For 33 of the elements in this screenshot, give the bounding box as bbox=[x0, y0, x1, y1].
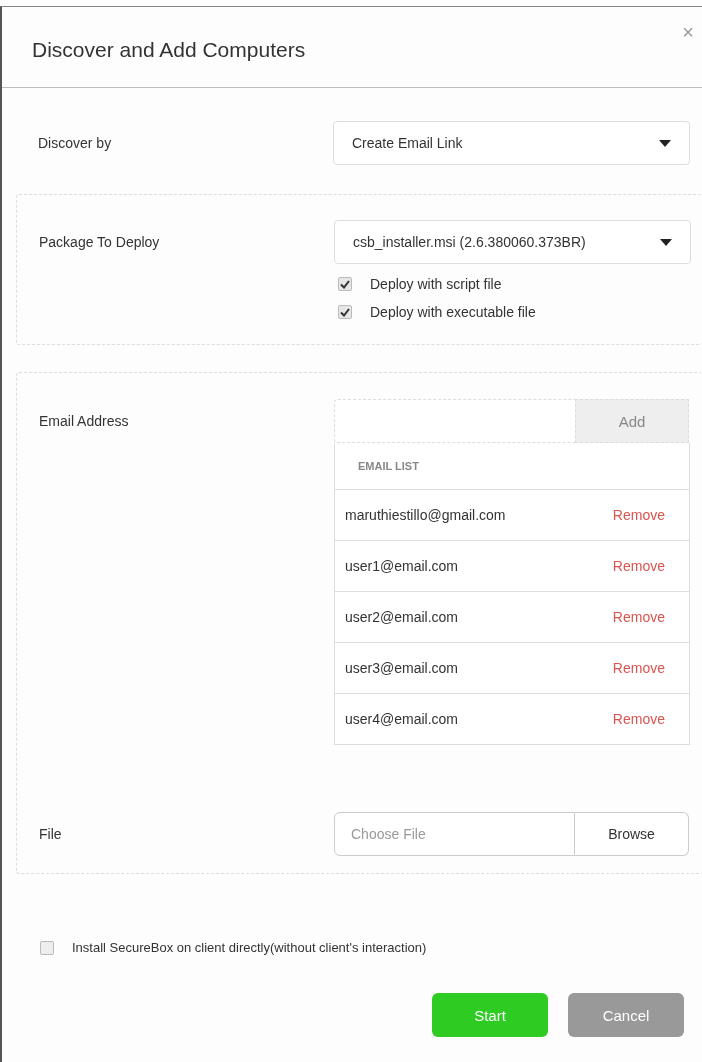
remove-link[interactable]: Remove bbox=[612, 558, 665, 574]
email-address: maruthiestillo@gmail.com bbox=[345, 507, 506, 523]
field-label: Email Address bbox=[39, 412, 130, 431]
caret-icon bbox=[659, 139, 671, 147]
remove-link[interactable]: Remove bbox=[612, 609, 665, 625]
checkbox[interactable] bbox=[40, 940, 54, 955]
close-button[interactable]: × bbox=[682, 21, 694, 44]
browse-button[interactable]: Browse bbox=[575, 812, 689, 856]
add-button[interactable]: Add bbox=[575, 399, 689, 443]
file-input-field[interactable]: Choose File bbox=[334, 812, 575, 856]
caret-icon bbox=[660, 238, 672, 246]
email-address: user2@email.com bbox=[345, 609, 459, 625]
remove-link[interactable]: Remove bbox=[612, 507, 665, 523]
start-button[interactable]: Start bbox=[432, 993, 548, 1037]
discover-by-dropdown[interactable]: Create Email Link bbox=[333, 121, 690, 165]
checkbox-label: Deploy with executable file bbox=[370, 304, 536, 320]
package-dropdown[interactable]: csb_installer.msi (2.6.380060.373BR) bbox=[334, 220, 691, 264]
dialog-title: Discover and Add Computers bbox=[32, 38, 306, 62]
field-label: File bbox=[39, 826, 63, 842]
checkbox[interactable] bbox=[338, 277, 352, 291]
cancel-button[interactable]: Cancel bbox=[568, 993, 684, 1037]
email-address: user1@email.com bbox=[345, 558, 459, 574]
field-label: Discover by bbox=[37, 135, 113, 151]
checkbox[interactable] bbox=[338, 305, 352, 319]
remove-link[interactable]: Remove bbox=[612, 660, 665, 676]
checkbox-label: Install SecureBox on client directly(without client's interaction) bbox=[72, 940, 427, 955]
checkbox-label: Deploy with script file bbox=[370, 276, 502, 292]
email-input-field[interactable] bbox=[334, 399, 575, 443]
list-header: EMAIL LIST bbox=[358, 460, 419, 472]
remove-link[interactable]: Remove bbox=[612, 711, 665, 727]
email-address: user3@email.com bbox=[345, 660, 459, 676]
email-address: user4@email.com bbox=[345, 711, 459, 727]
field-label: Package To Deploy bbox=[39, 233, 161, 252]
